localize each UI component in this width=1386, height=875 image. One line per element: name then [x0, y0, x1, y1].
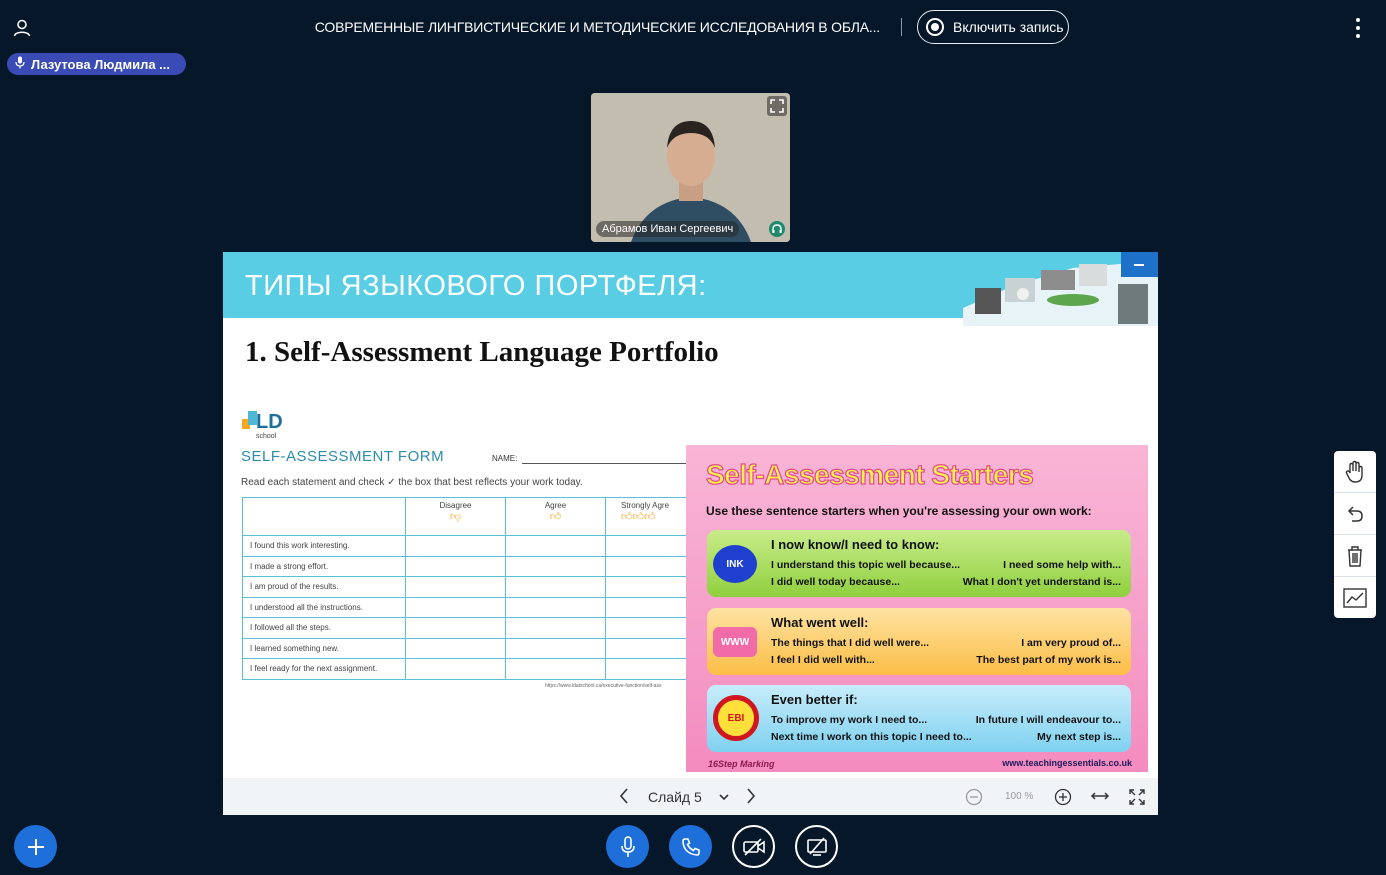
screen-share-off-icon [806, 836, 827, 856]
share-screen-button[interactable] [795, 825, 838, 868]
microphone-icon [620, 835, 635, 857]
header-divider [901, 18, 902, 36]
poster-title: Self-Assessment Starters [705, 458, 1034, 490]
video-off-icon [742, 837, 765, 856]
plus-icon [27, 838, 44, 855]
starter-line: In future I will endeavour to... [975, 714, 1121, 726]
trash-icon[interactable] [1334, 535, 1376, 576]
mute-button[interactable] [606, 825, 649, 868]
presentation-slide[interactable]: ТИПЫ ЯЗЫКОВОГО ПОРТФЕЛЯ: 1. Self-Assessm… [223, 252, 1158, 778]
zoom-out-icon[interactable] [965, 788, 983, 811]
presentation-toolbar: Слайд 5 100 % [223, 778, 1158, 815]
slide-selector-label[interactable]: Слайд 5 [648, 789, 702, 805]
starter-line: I understand this topic well because... [771, 559, 961, 571]
thumb-up-icon: 👍︎ [549, 511, 562, 523]
poster-subtitle: Use these sentence starters when you're … [706, 504, 1092, 518]
logo-sub: school [256, 433, 277, 440]
chevron-down-icon[interactable] [718, 790, 730, 808]
webcam-video[interactable]: Абрамов Иван Сергеевич [591, 93, 790, 242]
www-badge-icon: WWW [713, 627, 757, 657]
webcam-feed [591, 93, 790, 242]
talker-name: Лазутова Людмила ... [31, 56, 171, 72]
leave-audio-button[interactable] [669, 825, 712, 868]
headset-icon [769, 221, 785, 237]
starter-line: To improve my work I need to... [771, 714, 928, 726]
zoom-value: 100 % [1005, 791, 1034, 802]
ld-school-logo: LD school [242, 409, 292, 446]
slide-banner: ТИПЫ ЯЗЫКОВОГО ПОРТФЕЛЯ: [223, 252, 1158, 326]
whiteboard-toolbar [1334, 451, 1376, 618]
statement-cell: I found this work interesting. [242, 535, 406, 557]
starter-line: The things that I did well were... [771, 637, 930, 649]
form-instructions: Read each statement and check ✓ the box … [241, 477, 583, 488]
starter-line: I am very proud of... [1021, 637, 1121, 649]
meeting-title: СОВРЕМЕННЫЕ ЛИНГВИСТИЧЕСКИЕ И МЕТОДИЧЕСК… [314, 19, 880, 35]
ebi-target-icon: EBI [713, 695, 759, 741]
expand-video-icon[interactable] [767, 96, 787, 116]
multi-user-whiteboard-icon[interactable] [1334, 577, 1376, 618]
talking-indicator[interactable]: Лазутова Людмила ... [7, 53, 186, 75]
microphone-icon [15, 56, 25, 72]
statement-cell: I am proud of the results. [242, 576, 406, 598]
statement-cell: I followed all the steps. [242, 617, 406, 639]
actions-button[interactable] [14, 825, 57, 868]
undo-icon[interactable] [1334, 493, 1376, 534]
form-name-label: NAME: [492, 454, 518, 463]
self-assessment-poster: Self-Assessment Starters Use these sente… [686, 445, 1148, 772]
webcam-user-name: Абрамов Иван Сергеевич [596, 221, 740, 237]
ink-splat-icon: INK [713, 545, 757, 583]
form-name-line [522, 463, 692, 464]
starter-line: I need some help with... [1003, 559, 1121, 571]
users-icon[interactable] [12, 18, 32, 38]
statement-cell: I understood all the instructions. [242, 596, 406, 618]
starter-line: I feel I did well with... [771, 654, 875, 666]
starter-heading: What went well: [771, 615, 869, 630]
fullscreen-icon[interactable] [1128, 788, 1146, 811]
record-button[interactable]: Включить запись [917, 10, 1069, 44]
share-webcam-button[interactable] [732, 825, 775, 868]
slide-heading: 1. Self-Assessment Language Portfolio [245, 336, 719, 368]
thumb-down-icon: 👎︎ [449, 511, 462, 523]
fit-width-icon[interactable] [1090, 789, 1110, 808]
starter-heading: I now know/I need to know: [771, 537, 940, 552]
statement-cell: I made a strong effort. [242, 555, 406, 577]
starter-box: WWW What went well: The things that I di… [707, 608, 1131, 675]
poster-footer-left: 16Step Marking [708, 759, 775, 769]
starter-line: I did well today because... [771, 576, 900, 588]
statement-cell: I learned something new. [242, 637, 406, 659]
more-options-icon[interactable] [1352, 18, 1364, 38]
zoom-in-icon[interactable] [1054, 788, 1072, 811]
starter-line: What I don't yet understand is... [962, 576, 1121, 588]
next-slide-icon[interactable] [745, 787, 757, 810]
column-header: Agree [544, 501, 567, 510]
phone-icon [681, 837, 700, 856]
minimize-presentation-button[interactable] [1121, 252, 1158, 277]
starter-box: INK I now know/I need to know: I underst… [707, 530, 1131, 597]
starter-line: The best part of my work is... [976, 654, 1121, 666]
starter-heading: Even better if: [771, 692, 858, 707]
form-url: https://www.ldatschool.ca/executive-func… [545, 683, 662, 689]
starter-line: Next time I work on this topic I need to… [771, 731, 972, 743]
previous-slide-icon[interactable] [618, 787, 630, 810]
hand-tool-icon[interactable] [1334, 451, 1376, 492]
starter-box: EBI Even better if: To improve my work I… [707, 685, 1131, 752]
logo-text: LD [256, 411, 283, 433]
statement-cell: I feel ready for the next assignment. [242, 658, 406, 680]
poster-footer-right: www.teachingessentials.co.uk [1002, 758, 1132, 768]
record-label: Включить запись [953, 19, 1064, 35]
banner-title: ТИПЫ ЯЗЫКОВОГО ПОРТФЕЛЯ: [245, 270, 707, 302]
column-header: Disagree [439, 501, 472, 510]
starter-line: My next step is... [1036, 731, 1121, 743]
assessment-table: Disagree 👎︎ Agree 👍︎ Strongly Agre 👍︎👍︎👍︎ I… [242, 497, 721, 680]
form-title: SELF-ASSESSMENT FORM [241, 448, 445, 465]
record-icon [926, 18, 944, 36]
